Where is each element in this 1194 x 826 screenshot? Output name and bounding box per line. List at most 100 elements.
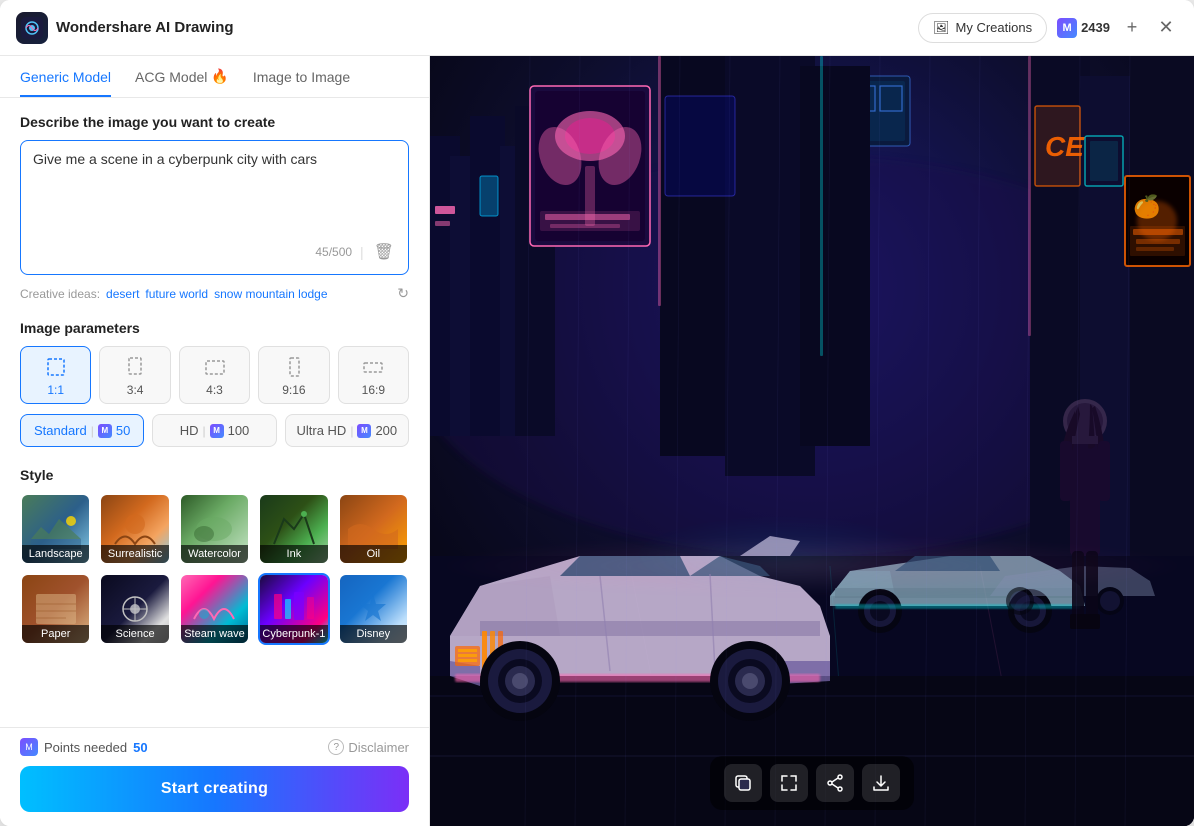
prompt-wrapper: Give me a scene in a cyberpunk city with… — [20, 140, 409, 275]
image-params-section: Image parameters 1:1 — [20, 320, 409, 447]
quality-hd[interactable]: HD | M 100 — [152, 414, 276, 447]
quality-hd-icon: M — [210, 424, 224, 438]
style-section: Style Landscape Surrealist — [20, 467, 409, 645]
quality-ultrahd-icon: M — [357, 424, 371, 438]
style-label-surrealistic: Surrealistic — [101, 545, 168, 563]
app-name: Wondershare AI Drawing — [56, 19, 234, 36]
expand-tool-button[interactable] — [770, 764, 808, 802]
style-item-oil[interactable]: Oil — [338, 493, 409, 565]
svg-text:🍊: 🍊 — [1133, 194, 1162, 219]
divider: | — [360, 244, 364, 260]
style-item-ink[interactable]: Ink — [258, 493, 329, 565]
aspect-16-9[interactable]: 16:9 — [338, 346, 409, 404]
points-icon: M — [1057, 18, 1077, 38]
style-item-landscape[interactable]: Landscape — [20, 493, 91, 565]
aspect-4-3-label: 4:3 — [206, 383, 223, 397]
points-value: 2439 — [1081, 20, 1110, 35]
disclaimer-link[interactable]: ? Disclaimer — [328, 739, 409, 755]
share-tool-button[interactable] — [816, 764, 854, 802]
bottom-bar: M Points needed 50 ? Disclaimer Start cr… — [0, 727, 429, 826]
start-creating-button[interactable]: Start creating — [20, 766, 409, 812]
points-needed-label: Points needed — [44, 740, 127, 755]
my-creations-label: My Creations — [956, 20, 1033, 35]
style-item-cyberpunk[interactable]: Cyberpunk-1 — [258, 573, 329, 645]
style-label-disney: Disney — [340, 625, 407, 643]
start-creating-label: Start creating — [161, 780, 268, 797]
creative-ideas: Creative ideas: desert future world snow… — [20, 285, 409, 302]
tab-acg-model[interactable]: ACG Model 🔥 — [135, 68, 229, 97]
main-content: Generic Model ACG Model 🔥 Image to Image… — [0, 56, 1194, 826]
aspect-3-4-label: 3:4 — [127, 383, 144, 397]
style-label-paper: Paper — [22, 625, 89, 643]
style-label-watercolor: Watercolor — [181, 545, 248, 563]
quality-standard-icon: M — [98, 424, 112, 438]
aspect-1-1-icon — [44, 355, 68, 379]
points-display: M 2439 — [1057, 18, 1110, 38]
aspect-1-1-label: 1:1 — [47, 383, 64, 397]
aspect-9-16[interactable]: 9:16 — [258, 346, 329, 404]
left-panel: Generic Model ACG Model 🔥 Image to Image… — [0, 56, 430, 826]
style-item-steam[interactable]: Steam wave — [179, 573, 250, 645]
quality-ultrahd-label: Ultra HD — [296, 423, 346, 438]
disclaimer-label: Disclaimer — [348, 740, 409, 755]
creative-ideas-label: Creative ideas: — [20, 287, 100, 301]
style-label-cyberpunk: Cyberpunk-1 — [260, 625, 327, 643]
quality-hd-sep: | — [202, 424, 205, 438]
refresh-ideas-button[interactable]: ↻ — [397, 285, 409, 302]
points-needed-value: 50 — [133, 740, 147, 755]
style-item-surrealistic[interactable]: Surrealistic — [99, 493, 170, 565]
quality-standard-sep: | — [91, 424, 94, 438]
title-bar-actions: 🖼 My Creations M 2439 + ✕ — [918, 13, 1178, 43]
aspect-16-9-icon — [361, 355, 385, 379]
preview-toolbar — [710, 756, 914, 810]
aspect-3-4-icon — [123, 355, 147, 379]
quality-hd-label: HD — [180, 423, 199, 438]
my-creations-button[interactable]: 🖼 My Creations — [918, 13, 1047, 43]
app-logo-icon — [16, 12, 48, 44]
prompt-textarea[interactable]: Give me a scene in a cyberpunk city with… — [33, 151, 396, 231]
tab-img2img-label: Image to Image — [253, 69, 350, 85]
panel-scroll: Describe the image you want to create Gi… — [0, 98, 429, 727]
creative-tag-1[interactable]: future world — [145, 287, 208, 301]
aspect-1-1[interactable]: 1:1 — [20, 346, 91, 404]
style-item-watercolor[interactable]: Watercolor — [179, 493, 250, 565]
points-row: M Points needed 50 ? Disclaimer — [20, 738, 409, 756]
creative-tag-2[interactable]: snow mountain lodge — [214, 287, 327, 301]
title-bar: Wondershare AI Drawing 🖼 My Creations M … — [0, 0, 1194, 56]
image-params-label: Image parameters — [20, 320, 409, 336]
tab-generic-model[interactable]: Generic Model — [20, 69, 111, 97]
acg-fire-badge: 🔥 — [211, 68, 228, 85]
style-label-oil: Oil — [340, 545, 407, 563]
disclaimer-icon: ? — [328, 739, 344, 755]
aspect-9-16-label: 9:16 — [282, 383, 305, 397]
aspect-ratio-grid: 1:1 3:4 4:3 — [20, 346, 409, 404]
creative-tag-0[interactable]: desert — [106, 287, 139, 301]
tabs: Generic Model ACG Model 🔥 Image to Image — [0, 56, 429, 98]
aspect-3-4[interactable]: 3:4 — [99, 346, 170, 404]
quality-standard-label: Standard — [34, 423, 87, 438]
style-label-ink: Ink — [260, 545, 327, 563]
quality-ultrahd[interactable]: Ultra HD | M 200 — [285, 414, 409, 447]
logo-area: Wondershare AI Drawing — [16, 12, 234, 44]
copy-tool-button[interactable] — [724, 764, 762, 802]
aspect-4-3[interactable]: 4:3 — [179, 346, 250, 404]
quality-standard-pts: 50 — [116, 423, 130, 438]
close-button[interactable]: ✕ — [1154, 16, 1178, 40]
add-points-button[interactable]: + — [1120, 16, 1144, 40]
style-grid: Landscape Surrealistic W — [20, 493, 409, 645]
style-section-label: Style — [20, 467, 409, 483]
quality-ultrahd-pts: 200 — [375, 423, 397, 438]
quality-standard[interactable]: Standard | M 50 — [20, 414, 144, 447]
style-item-science[interactable]: Science — [99, 573, 170, 645]
tab-acg-label: ACG Model — [135, 69, 207, 85]
aspect-16-9-label: 16:9 — [362, 383, 385, 397]
cyberpunk-scene-svg: CE — [430, 56, 1194, 826]
tab-generic-label: Generic Model — [20, 69, 111, 85]
style-item-disney[interactable]: Disney — [338, 573, 409, 645]
tab-image-to-image[interactable]: Image to Image — [253, 69, 350, 97]
download-tool-button[interactable] — [862, 764, 900, 802]
quality-row: Standard | M 50 HD | M 100 Ultra HD — [20, 414, 409, 447]
style-item-paper[interactable]: Paper — [20, 573, 91, 645]
style-label-science: Science — [101, 625, 168, 643]
clear-prompt-button[interactable]: 🗑 — [372, 240, 396, 264]
